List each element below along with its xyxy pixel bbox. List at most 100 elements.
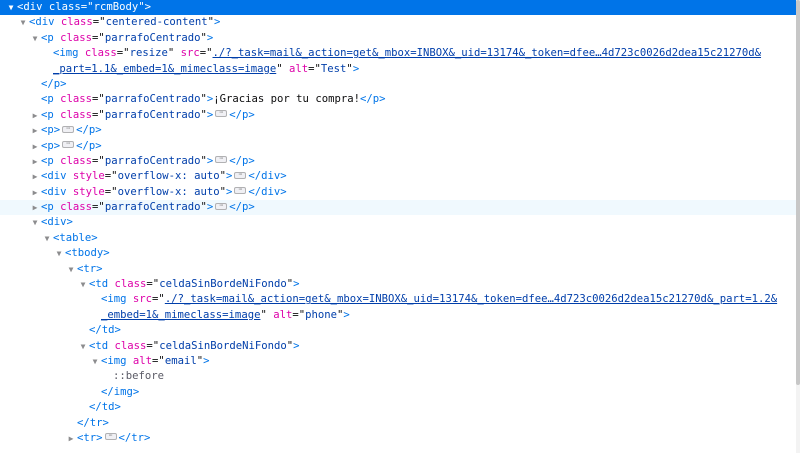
markup-line[interactable]: ▶ <p class="parrafoCentrado"> ⋯ </p> xyxy=(0,108,796,123)
markup-content: <div style="overflow-x: auto"> ⋯ </div> xyxy=(41,169,287,184)
markup-line[interactable]: ▼ <div> xyxy=(0,215,796,230)
markup-line[interactable]: ▼ <p class="parrafoCentrado"> xyxy=(0,31,796,46)
markup-line[interactable]: </p> xyxy=(0,77,796,92)
twisty-collapsed-icon[interactable]: ▶ xyxy=(30,123,40,138)
markup-line[interactable]: </td> xyxy=(0,323,796,338)
attr-name: class xyxy=(60,31,93,44)
markup-line[interactable]: ▶ <p class="parrafoCentrado"> ⋯ </p> xyxy=(0,200,796,216)
tag-token: <div> xyxy=(41,216,73,229)
attr-name: class xyxy=(114,339,147,352)
vertical-scrollbar[interactable] xyxy=(796,0,800,453)
markup-line[interactable]: <p class="parrafoCentrado">¡Gracias por … xyxy=(0,92,796,107)
tag-token: <p xyxy=(41,108,54,121)
twisty-collapsed-icon[interactable]: ▶ xyxy=(30,200,40,215)
twisty-collapsed-icon[interactable]: ▶ xyxy=(30,185,40,200)
punct: =" xyxy=(92,154,105,167)
collapsed-children-ellipsis-icon[interactable]: ⋯ xyxy=(62,141,75,149)
collapsed-children-ellipsis-icon[interactable]: ⋯ xyxy=(215,156,228,164)
markup-line[interactable]: </tr> xyxy=(0,416,796,431)
twisty-expanded-icon[interactable]: ▼ xyxy=(30,215,40,230)
punct: =" xyxy=(152,293,165,306)
attr-value: celdaSinBordeNiFondo xyxy=(159,278,287,291)
markup-line[interactable]: ▶ <p> ⋯ </p> xyxy=(0,139,796,154)
attr-name: alt xyxy=(273,308,293,321)
attr-value: celdaSinBordeNiFondo xyxy=(159,339,287,352)
markup-line[interactable]: </td> xyxy=(0,400,796,415)
tag-token: <img xyxy=(101,293,127,306)
twisty-collapsed-icon[interactable]: ▶ xyxy=(30,169,40,184)
tag-token: > xyxy=(206,31,214,44)
collapsed-children-ellipsis-icon[interactable]: ⋯ xyxy=(215,110,228,118)
markup-line[interactable]: ▼ <div class="rcmBody"> xyxy=(0,0,796,16)
attr-link[interactable]: ./?_task=mail&_action=get&_mbox=INBOX&_u… xyxy=(213,47,762,59)
attr-value: parrafoCentrado xyxy=(104,154,201,167)
twisty-expanded-icon[interactable]: ▼ xyxy=(18,15,28,30)
markup-content: </tr> xyxy=(77,416,109,431)
punct: =" xyxy=(92,31,105,44)
markup-line[interactable]: ▼ <tr> xyxy=(0,262,796,277)
markup-line[interactable]: ▶ <tr> ⋯ </tr> xyxy=(0,431,796,446)
tag-token: </div> xyxy=(248,185,287,198)
markup-content: ::before xyxy=(113,369,164,384)
punct: =" xyxy=(116,47,130,60)
attr-link[interactable]: _part=1.1&_embed=1&_mimeclass=image xyxy=(53,63,276,75)
twisty-expanded-icon[interactable]: ▼ xyxy=(66,262,76,277)
collapsed-children-ellipsis-icon[interactable]: ⋯ xyxy=(104,433,117,441)
markup-line[interactable]: ▶ <div style="overflow-x: auto"> ⋯ </div> xyxy=(0,185,796,200)
scrollbar-thumb[interactable] xyxy=(796,0,800,385)
tag-token: <tr> xyxy=(77,431,103,444)
attr-name: class xyxy=(60,108,93,121)
tag-token: </div> xyxy=(248,170,287,183)
tag-token: > xyxy=(226,185,233,198)
punct: =" xyxy=(199,47,213,60)
markup-line[interactable]: ▼ <td class="celdaSinBordeNiFondo"> xyxy=(0,277,796,292)
twisty-expanded-icon[interactable]: ▼ xyxy=(6,0,16,15)
collapsed-children-ellipsis-icon[interactable]: ⋯ xyxy=(215,202,228,210)
markup-content: _embed=1&_mimeclass=image" alt="phone"> xyxy=(101,308,350,323)
twisty-expanded-icon[interactable]: ▼ xyxy=(90,354,100,369)
markup-line[interactable]: </img> xyxy=(0,385,796,400)
twisty-collapsed-icon[interactable]: ▶ xyxy=(30,139,40,154)
tag-token: <img xyxy=(53,47,79,60)
twisty-expanded-icon[interactable]: ▼ xyxy=(78,277,88,292)
markup-line[interactable]: ▼ <table> xyxy=(0,231,796,246)
twisty-collapsed-icon[interactable]: ▶ xyxy=(30,154,40,169)
markup-line[interactable]: ▶ <div style="overflow-x: auto"> ⋯ </div> xyxy=(0,169,796,184)
twisty-collapsed-icon[interactable]: ▶ xyxy=(66,431,76,446)
attr-link[interactable]: ./?_task=mail&_action=get&_mbox=INBOX&_u… xyxy=(165,293,777,305)
twisty-collapsed-icon[interactable]: ▶ xyxy=(30,108,40,123)
markup-line[interactable]: _embed=1&_mimeclass=image" alt="phone"> xyxy=(0,308,796,323)
markup-content: <p class="parrafoCentrado"> ⋯ </p> xyxy=(41,108,255,123)
markup-line[interactable]: _part=1.1&_embed=1&_mimeclass=image" alt… xyxy=(0,62,796,77)
twisty-expanded-icon[interactable]: ▼ xyxy=(42,231,52,246)
tag-token: > xyxy=(352,62,360,75)
markup-line[interactable]: ▶ <p class="parrafoCentrado"> ⋯ </p> xyxy=(0,154,796,169)
markup-line[interactable]: ▼ <div class="centered-content"> xyxy=(0,15,796,30)
markup-line[interactable]: ▼ <tbody> xyxy=(0,246,796,261)
attr-name: class xyxy=(114,278,147,291)
markup-line[interactable]: ▼ <img alt="email"> xyxy=(0,354,796,369)
collapsed-children-ellipsis-icon[interactable]: ⋯ xyxy=(234,187,247,195)
tag-token: </tr> xyxy=(118,431,151,444)
collapsed-children-ellipsis-icon[interactable]: ⋯ xyxy=(62,125,75,133)
tag-token: <td xyxy=(89,278,109,291)
markup-line[interactable]: <img src="./?_task=mail&_action=get&_mbo… xyxy=(0,292,796,307)
markup-content: <img alt="email"> xyxy=(101,354,209,369)
tag-token: </p> xyxy=(229,154,255,167)
attr-name: src xyxy=(132,293,153,306)
tag-token: > xyxy=(293,278,300,291)
markup-line[interactable]: <img class="resize" src="./?_task=mail&_… xyxy=(0,46,796,61)
tag-token: <div xyxy=(41,170,67,183)
markup-line[interactable]: ▶ <p> ⋯ </p> xyxy=(0,123,796,138)
collapsed-children-ellipsis-icon[interactable]: ⋯ xyxy=(234,171,247,179)
markup-line[interactable]: ::before xyxy=(0,369,796,384)
attr-link[interactable]: _embed=1&_mimeclass=image xyxy=(101,309,260,321)
twisty-expanded-icon[interactable]: ▼ xyxy=(54,246,64,261)
attr-value: rcmBody xyxy=(93,1,139,13)
markup-line[interactable]: ▼ <td class="celdaSinBordeNiFondo"> xyxy=(0,339,796,354)
dom-inspector-tree: ▼ <div class="rcmBody"> ▼ <div class="cente… xyxy=(0,0,796,453)
markup-content: </td> xyxy=(89,400,121,415)
twisty-expanded-icon[interactable]: ▼ xyxy=(78,339,88,354)
twisty-expanded-icon[interactable]: ▼ xyxy=(30,31,40,46)
attr-name: class xyxy=(60,154,93,167)
